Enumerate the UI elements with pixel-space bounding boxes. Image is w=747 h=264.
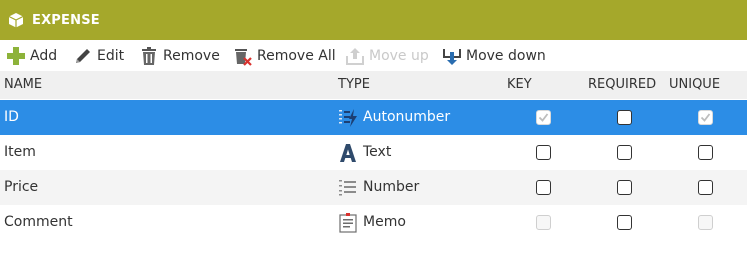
unique-checkbox[interactable] <box>698 180 713 195</box>
remove-button[interactable]: Remove <box>138 40 220 71</box>
add-button[interactable]: Add <box>5 40 57 71</box>
cube-icon <box>8 12 24 28</box>
field-name: Item <box>4 144 36 160</box>
text-type-icon <box>338 143 358 163</box>
window-title-bar: EXPENSE <box>0 0 747 40</box>
arrow-down-icon <box>441 45 463 67</box>
trash-x-icon <box>232 45 254 67</box>
field-name: ID <box>4 109 19 125</box>
field-type-label: Text <box>363 144 392 160</box>
edit-label: Edit <box>97 47 125 64</box>
required-checkbox[interactable] <box>617 215 632 230</box>
grid-header: NAME TYPE KEY REQUIRED UNIQUE <box>0 71 747 99</box>
table-row[interactable]: Comment Memo <box>0 205 747 240</box>
column-header-required[interactable]: REQUIRED <box>588 71 656 99</box>
move-up-button[interactable]: Move up <box>344 40 429 71</box>
field-name: Comment <box>4 214 73 230</box>
memo-type-icon <box>338 212 358 233</box>
move-down-label: Move down <box>466 47 546 64</box>
arrow-up-icon <box>344 45 366 67</box>
column-header-key[interactable]: KEY <box>507 71 532 99</box>
move-up-label: Move up <box>369 47 429 64</box>
trash-icon <box>138 45 160 67</box>
remove-all-button[interactable]: Remove All <box>232 40 336 71</box>
edit-button[interactable]: Edit <box>72 40 124 71</box>
number-type-icon <box>338 178 358 198</box>
plus-icon <box>5 45 27 67</box>
pencil-icon <box>72 45 94 67</box>
add-label: Add <box>30 47 58 64</box>
move-down-button[interactable]: Move down <box>441 40 546 71</box>
unique-checkbox[interactable] <box>698 110 713 125</box>
table-row[interactable]: ID Autonumber <box>0 100 747 135</box>
remove-all-label: Remove All <box>257 47 336 64</box>
field-type-label: Memo <box>363 214 406 230</box>
field-type: Number <box>338 170 419 205</box>
field-name: Price <box>4 179 39 195</box>
remove-label: Remove <box>163 47 220 64</box>
column-header-unique[interactable]: UNIQUE <box>669 71 720 99</box>
window-title: EXPENSE <box>32 12 100 28</box>
field-type: Text <box>338 135 391 170</box>
autonumber-icon <box>338 108 358 128</box>
field-type: Autonumber <box>338 100 450 135</box>
field-type-label: Autonumber <box>363 109 451 125</box>
unique-checkbox[interactable] <box>698 145 713 160</box>
unique-checkbox[interactable] <box>698 215 713 230</box>
key-checkbox[interactable] <box>536 145 551 160</box>
field-type-label: Number <box>363 179 420 195</box>
key-checkbox[interactable] <box>536 215 551 230</box>
table-row[interactable]: Item Text <box>0 135 747 170</box>
checkmark-icon <box>538 113 549 122</box>
key-checkbox[interactable] <box>536 110 551 125</box>
required-checkbox[interactable] <box>617 110 632 125</box>
field-type: Memo <box>338 205 406 240</box>
required-checkbox[interactable] <box>617 145 632 160</box>
column-header-name[interactable]: NAME <box>4 71 42 99</box>
required-checkbox[interactable] <box>617 180 632 195</box>
table-row[interactable]: Price Number <box>0 170 747 205</box>
key-checkbox[interactable] <box>536 180 551 195</box>
toolbar: Add Edit Remove Remove All Move up Move … <box>0 40 747 71</box>
checkmark-icon <box>700 113 711 122</box>
column-header-type[interactable]: TYPE <box>338 71 370 99</box>
